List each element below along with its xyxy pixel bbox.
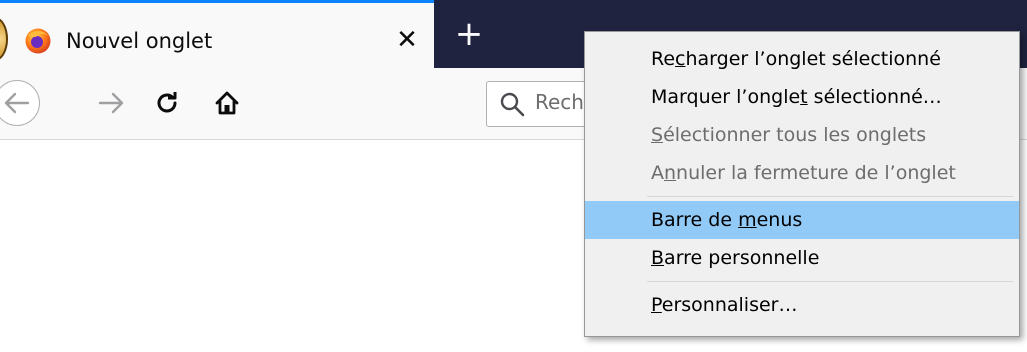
menu-accesskey: t (800, 86, 808, 108)
firefox-icon (25, 28, 51, 54)
window-edge-decoration (0, 17, 8, 61)
tab-context-menu: Recharger l’onglet sélectionné Marquer l… (584, 31, 1020, 337)
menu-accesskey: P (651, 294, 662, 316)
forward-arrow-icon (98, 92, 124, 114)
menu-item-customize[interactable]: Personnaliser… (585, 286, 1019, 324)
tab-nouvel-onglet[interactable]: Nouvel onglet ✕ (0, 0, 434, 68)
menu-accesskey: m (738, 209, 757, 231)
close-icon: ✕ (396, 25, 418, 55)
menu-accesskey: B (651, 247, 665, 269)
menu-accesskey: S (651, 124, 664, 146)
menu-item-bookmarks-toolbar[interactable]: Barre personnelle (585, 239, 1019, 277)
menu-separator (647, 196, 1013, 197)
close-tab-button[interactable]: ✕ (392, 25, 422, 55)
home-icon (215, 91, 239, 115)
forward-button[interactable] (94, 86, 128, 120)
menu-accesskey: n (664, 162, 677, 184)
back-button[interactable] (0, 80, 40, 126)
reload-icon (157, 92, 177, 113)
menu-item-reload-tab[interactable]: Recharger l’onglet sélectionné (585, 40, 1019, 78)
reload-button[interactable] (150, 86, 184, 120)
back-arrow-icon (4, 92, 30, 114)
plus-icon: + (454, 14, 484, 54)
search-icon (500, 92, 525, 117)
menu-accesskey: c (675, 48, 686, 70)
home-button[interactable] (210, 86, 244, 120)
menu-item-undo-close-tab: Annuler la fermeture de l’onglet (651, 162, 956, 184)
tab-title: Nouvel onglet (66, 29, 213, 53)
menu-item-menu-bar[interactable]: Barre de menus (585, 201, 1019, 239)
menu-item-bookmark-tab[interactable]: Marquer l’onglet sélectionné… (585, 78, 1019, 116)
new-tab-button[interactable]: + (449, 16, 489, 56)
menu-separator (647, 281, 1013, 282)
menu-item-select-all-tabs: Sélectionner tous les onglets (651, 124, 927, 146)
